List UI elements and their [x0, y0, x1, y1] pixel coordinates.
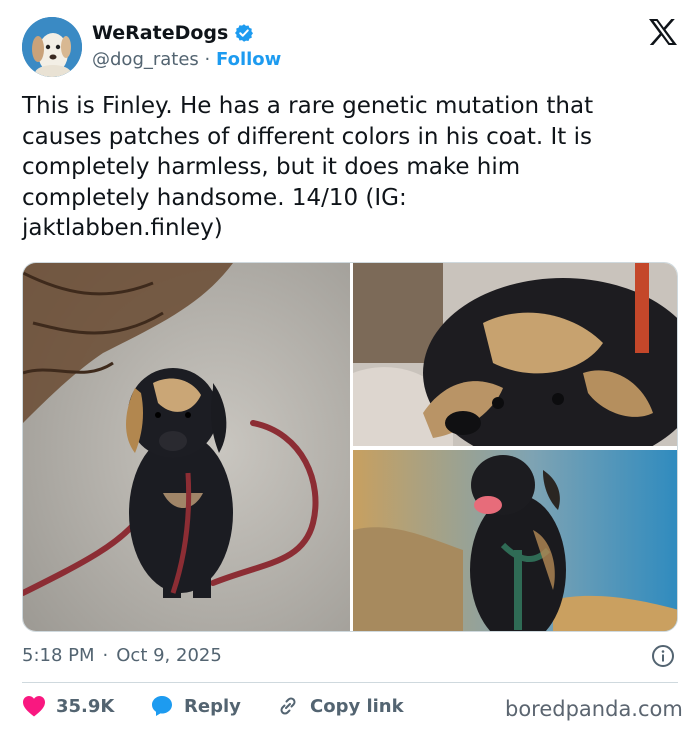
copy-link-label: Copy link: [310, 695, 404, 717]
photo-puppy-on-sand[interactable]: [23, 263, 350, 631]
separator-dot: ·: [204, 49, 211, 70]
like-button[interactable]: 35.9K: [22, 695, 150, 717]
heart-icon: [23, 696, 45, 717]
handle[interactable]: @dog_rates: [92, 49, 199, 70]
timestamp[interactable]: 5:18 PM · Oct 9, 2025: [22, 645, 222, 666]
reply-bubble-icon: [152, 696, 172, 716]
media-grid: [22, 262, 678, 632]
info-icon[interactable]: [651, 644, 675, 668]
date: Oct 9, 2025: [116, 645, 222, 666]
avatar[interactable]: [22, 17, 82, 77]
handle-row: @dog_rates · Follow: [92, 49, 281, 70]
author-name-row: WeRateDogs: [92, 22, 254, 44]
time-separator: ·: [102, 645, 109, 666]
x-logo-icon[interactable]: [648, 18, 678, 46]
like-count: 35.9K: [56, 695, 115, 717]
photo-finley-by-sea[interactable]: [353, 450, 677, 631]
watermark: boredpanda.com: [505, 697, 683, 721]
photo-finley-closeup[interactable]: [353, 263, 677, 446]
tweet-card: WeRateDogs @dog_rates · Follow This is F…: [0, 0, 700, 734]
reply-button[interactable]: Reply: [150, 694, 276, 718]
reply-label: Reply: [184, 695, 241, 717]
verified-badge-icon: [235, 24, 254, 42]
tweet-text: This is Finley. He has a rare genetic mu…: [22, 93, 594, 241]
copy-link-button[interactable]: Copy link: [276, 694, 404, 718]
follow-button[interactable]: Follow: [216, 49, 281, 70]
link-icon: [280, 697, 296, 715]
divider: [22, 682, 678, 683]
display-name[interactable]: WeRateDogs: [92, 22, 228, 44]
action-bar: 35.9K Reply Copy link: [22, 694, 404, 718]
time: 5:18 PM: [22, 645, 95, 666]
